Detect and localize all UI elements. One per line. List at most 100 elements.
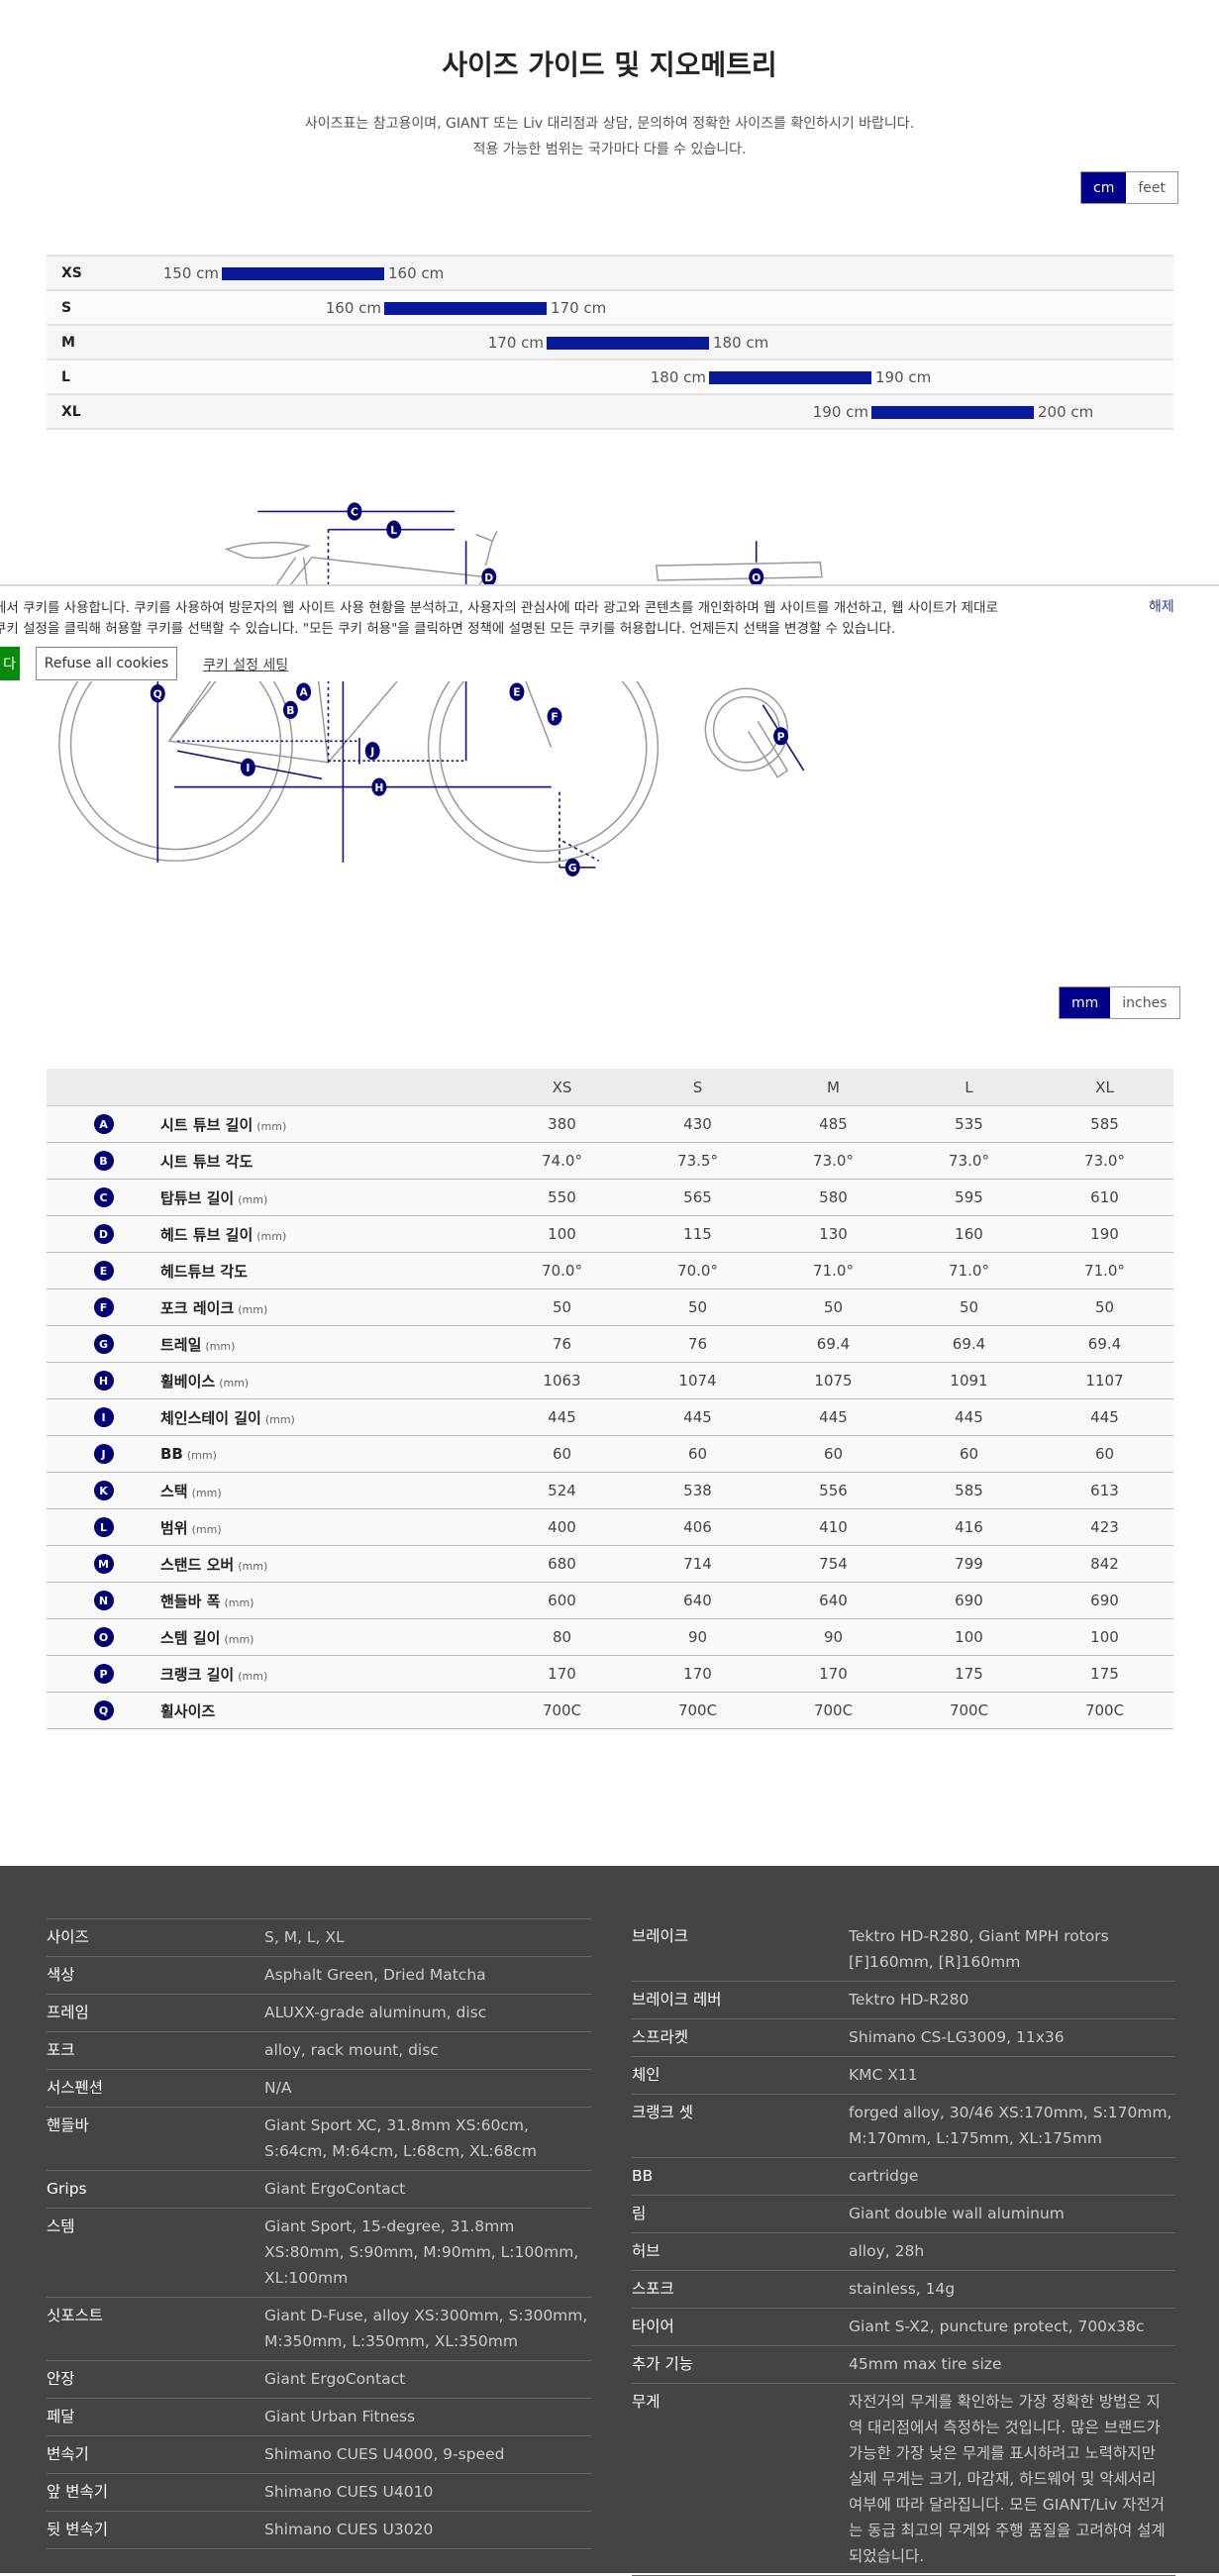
letter-badge: N [93,1591,114,1610]
geometry-value: 700C [677,1701,718,1719]
spec-row: 사이즈 S, M, L, XL [47,1919,591,1957]
unit-inches-button[interactable]: inches [1110,987,1178,1018]
spec-key: 브레이크 레버 [632,1991,722,2009]
spec-key: BB [632,2167,654,2185]
spec-value: Giant S-X2, puncture protect, 700x38c [849,2318,1145,2335]
measurement-name: 스택 [160,1482,188,1500]
measurement-label: 스탠드 오버 (mm) [160,1554,494,1575]
height-unit-toggle[interactable]: cm feet [1080,171,1178,204]
measurement-label: 범위 (mm) [160,1517,494,1538]
spec-value: Tektro HD-R280 [849,1991,969,2009]
letter-badge: D [93,1224,114,1244]
spec-value: Shimano CS-LG3009, 11x36 [849,2028,1065,2046]
size-label: XS [61,265,82,281]
geometry-value: 175 [955,1665,983,1683]
letter-badge: L [93,1517,114,1537]
svg-text:E: E [513,686,520,699]
geometry-row: C 탑튜브 길이 (mm) 550 565 580 595 610 [47,1180,1173,1216]
geometry-value: 71.0° [1084,1262,1125,1280]
geometry-value: 700C [813,1701,854,1719]
unit-feet-button[interactable]: feet [1126,172,1177,203]
spec-row: 스템 Giant Sport, 15-degree, 31.8mm XS:80mm… [47,2209,591,2298]
spec-key: 브레이크 [632,1927,689,1945]
size-row: XS 150 cm 160 cm [47,257,1173,291]
geometry-row: F 포크 레이크 (mm) 50 50 50 50 50 [47,1289,1173,1326]
geometry-table: XS S M L XL A 시트 튜브 길이 (mm) 380 430 485 535 585 B 시트 튜… [47,1069,1173,1729]
geometry-value: 445 [955,1408,983,1426]
geometry-value: 90 [687,1628,708,1646]
measurement-label: 시트 튜브 각도 [160,1151,494,1172]
geometry-value: 430 [683,1115,712,1133]
measurement-label: 스템 길이 (mm) [160,1627,494,1648]
refuse-cookies-button[interactable]: Refuse all cookies [36,647,177,680]
spec-key: 추가 기능 [632,2355,693,2373]
geometry-value: 416 [955,1518,983,1536]
measurement-name: 휠베이스 [160,1372,216,1391]
diagram-badge-c: C [347,502,362,521]
diagram-badge-a: A [296,682,312,701]
geometry-row: G 트레일 (mm) 76 76 69.4 69.4 69.4 [47,1326,1173,1363]
geometry-value: 445 [683,1408,712,1426]
spec-row: 안장 Giant ErgoContact [47,2361,591,2399]
svg-text:P: P [777,730,785,743]
geometry-value: 445 [819,1408,848,1426]
geometry-value: 69.4 [1087,1335,1122,1353]
geometry-value: 406 [683,1518,712,1536]
size-range-bar [709,371,871,384]
geometry-value: 90 [823,1628,844,1646]
geometry-value: 714 [683,1555,712,1573]
measurement-unit: (mm) [238,1669,268,1683]
cookie-text-line-1: 에서 쿠키를 사용합니다. 쿠키를 사용하여 방문자의 웹 사이트 사용 현황을… [0,600,998,616]
spec-row: 타이어 Giant S-X2, puncture protect, 700x38c [632,2309,1175,2346]
spec-key: 무게 [632,2393,660,2411]
geometry-value: 74.0° [542,1152,582,1170]
geometry-value: 100 [548,1225,576,1243]
measurement-label: 헤드 튜브 길이 (mm) [160,1224,494,1245]
geometry-value: 76 [687,1335,708,1353]
spec-key: 타이어 [632,2318,674,2335]
geometry-value: 410 [819,1518,848,1536]
size-label: XL [61,404,81,420]
spec-row: 무게 자전거의 무게를 확인하는 가장 정확한 방법은 지역 대리점에서 측정하는… [632,2384,1175,2576]
measurement-name: 트레일 [160,1335,202,1354]
bike-outline [58,530,823,864]
geometry-value: 50 [1094,1298,1115,1316]
geometry-value: 69.4 [816,1335,851,1353]
spec-row: 뒷 변속기 Shimano CUES U3020 [47,2512,591,2549]
accept-cookies-button[interactable]: 다 [0,647,20,680]
measurement-unit: (mm) [224,1632,254,1646]
geometry-value: 69.4 [952,1335,986,1353]
unit-mm-button[interactable]: mm [1060,987,1111,1018]
spec-key: 체인 [632,2066,660,2084]
measurement-name: 스템 길이 [160,1628,221,1647]
size-column-header: XS [552,1078,572,1096]
geometry-value: 1063 [543,1372,581,1390]
size-range-bar [222,267,384,280]
spec-key: 스포크 [632,2280,674,2298]
geometry-value: 445 [1090,1408,1119,1426]
diagram-badge-f: F [547,707,562,726]
size-column-header: S [692,1078,703,1096]
measurement-label: 시트 튜브 길이 (mm) [160,1114,494,1135]
geometry-value: 700C [949,1701,989,1719]
geometry-value: 556 [819,1482,848,1499]
size-max-label: 180 cm [713,334,769,352]
geometry-value: 50 [687,1298,708,1316]
spec-key: 핸들바 [47,2116,89,2134]
length-unit-toggle[interactable]: mm inches [1059,986,1180,1019]
letter-badge: M [93,1554,114,1574]
geometry-value: 550 [548,1188,576,1206]
diagram-badge-b: B [282,700,298,719]
unit-cm-button[interactable]: cm [1081,172,1127,203]
diagram-badge-h: H [371,777,387,796]
cookie-settings-link[interactable]: 쿠키 설정 세팅 [203,655,288,674]
spec-key: 색상 [47,1966,75,1984]
measurement-name: 시트 튜브 각도 [160,1152,254,1171]
geometry-value: 1091 [950,1372,988,1390]
spec-value: Tektro HD-R280, Giant MPH rotors [F]160m… [849,1927,1109,1971]
geometry-value: 700C [1084,1701,1125,1719]
cookie-text-line-2: 쿠키 설정을 클릭해 허용할 쿠키를 선택할 수 있습니다. "모든 쿠키 허용… [0,621,896,637]
measurement-label: 휠베이스 (mm) [160,1371,494,1391]
cookie-dismiss-link[interactable]: 해제 [1149,596,1174,616]
size-label: M [61,335,75,351]
